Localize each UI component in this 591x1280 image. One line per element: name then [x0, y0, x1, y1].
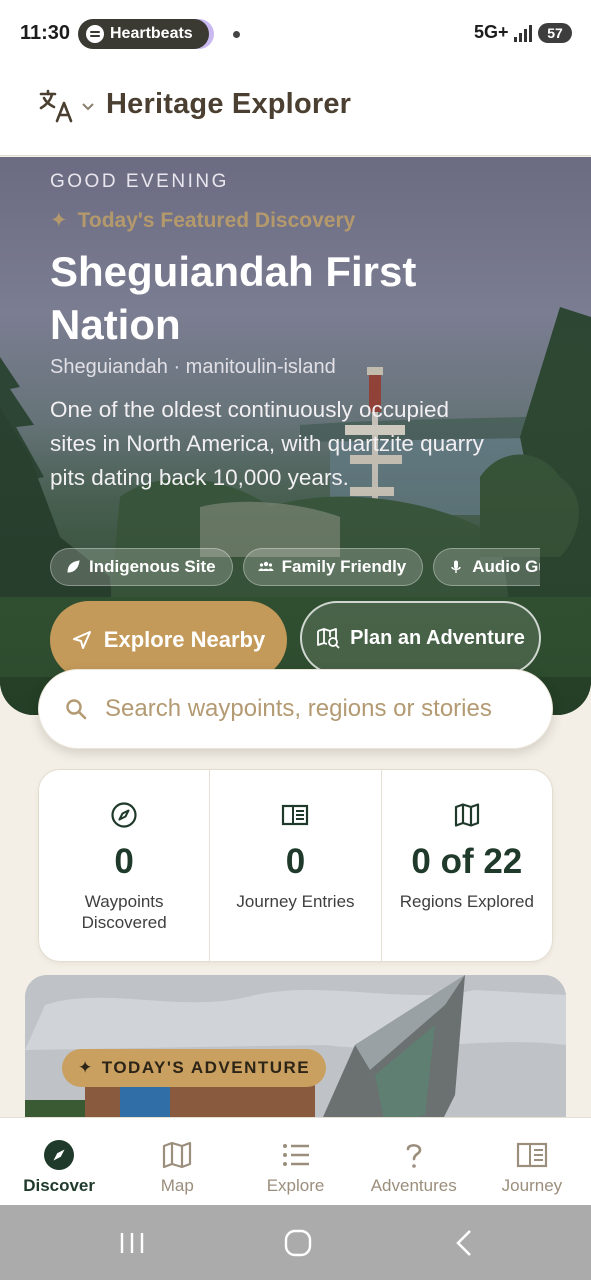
home-icon[interactable]	[284, 1229, 312, 1257]
nav-map[interactable]: Map	[118, 1118, 236, 1205]
featured-location: Sheguiandah · manitoulin-island	[50, 356, 336, 378]
back-icon[interactable]	[455, 1229, 473, 1257]
tag-chip-audio[interactable]: Audio Guide	[433, 548, 540, 586]
stat-value: 0	[285, 842, 306, 881]
translate-icon[interactable]	[38, 88, 74, 124]
nav-label: Discover	[23, 1176, 96, 1195]
greeting-text: GOOD EVENING	[50, 171, 229, 192]
app-screen: 11:30 Heartbeats 5G+ 57 Heritage Explore…	[0, 0, 591, 1280]
stat-value: 0	[114, 842, 134, 881]
recent-apps-icon[interactable]	[119, 1231, 145, 1255]
media-pill[interactable]: Heartbeats	[78, 19, 209, 49]
stat-label: Journey Entries	[236, 892, 355, 911]
plan-adventure-button[interactable]: Plan an Adventure	[300, 601, 541, 675]
todays-adventure-card[interactable]: ✦ TODAY'S ADVENTURE	[25, 975, 566, 1135]
nav-label: Map	[160, 1176, 194, 1195]
nav-label: Journey	[501, 1176, 563, 1195]
network-type: 5G+	[474, 22, 509, 42]
nav-discover[interactable]: Discover	[0, 1118, 118, 1205]
featured-title: Sheguiandah First Nation	[50, 248, 417, 348]
featured-description: One of the oldest continuously occupied …	[50, 397, 484, 490]
search-bar[interactable]	[38, 669, 553, 749]
app-header: Heritage Explorer	[0, 66, 591, 156]
music-app-icon	[86, 25, 104, 43]
nav-adventures[interactable]: Adventures	[355, 1118, 473, 1205]
people-icon	[258, 561, 274, 571]
explore-nearby-label: Explore Nearby	[103, 627, 266, 652]
compass-icon	[44, 1140, 75, 1170]
explore-nearby-button[interactable]: Explore Nearby	[50, 601, 287, 679]
status-bar: 11:30 Heartbeats 5G+ 57	[0, 0, 591, 66]
stat-journey-entries[interactable]: 0 Journey Entries	[210, 770, 382, 961]
tag-label: Audio Guide	[472, 557, 540, 576]
media-pill-label: Heartbeats	[110, 25, 193, 42]
todays-adventure-badge: ✦ TODAY'S ADVENTURE	[62, 1049, 327, 1087]
progress-stats-card: 0 Waypoints Discovered 0 Journey Entries…	[38, 769, 553, 962]
badge-label: TODAY'S ADVENTURE	[101, 1058, 311, 1077]
bottom-navigation: Discover Map Explore Adventures Journey	[0, 1117, 591, 1205]
journal-icon	[282, 804, 309, 826]
chevron-down-icon[interactable]	[82, 102, 94, 112]
tag-label: Family Friendly	[281, 557, 407, 576]
tag-chips: Indigenous Site Family Friendly Audio Gu…	[50, 548, 540, 586]
journal-icon	[516, 1142, 548, 1168]
compass-icon	[111, 802, 137, 828]
question-icon	[406, 1144, 422, 1168]
tag-chip-family[interactable]: Family Friendly	[242, 548, 424, 586]
leaf-icon	[67, 560, 80, 573]
tag-label: Indigenous Site	[89, 557, 216, 576]
nav-label: Adventures	[370, 1176, 457, 1195]
stat-regions[interactable]: 0 of 22 Regions Explored	[382, 770, 552, 961]
featured-label-text: Today's Featured Discovery	[77, 208, 356, 232]
tag-chip-indigenous[interactable]: Indigenous Site	[50, 548, 233, 586]
nav-journey[interactable]: Journey	[473, 1118, 591, 1205]
stat-label: Waypoints Discovered	[81, 892, 167, 932]
signal-icon	[514, 24, 532, 42]
map-icon	[163, 1141, 192, 1169]
sparkle-icon: ✦	[50, 209, 68, 232]
plan-adventure-label: Plan an Adventure	[350, 626, 525, 649]
list-icon	[282, 1144, 309, 1166]
nav-label: Explore	[266, 1176, 325, 1195]
stat-label: Regions Explored	[399, 892, 534, 911]
map-route-icon	[317, 628, 340, 649]
featured-label: ✦ Today's Featured Discovery	[50, 208, 355, 233]
microphone-icon	[451, 560, 461, 573]
notification-dot-icon	[233, 31, 240, 38]
battery-icon: 57	[538, 23, 572, 43]
map-icon	[454, 803, 479, 827]
navigation-arrow-icon	[72, 631, 91, 649]
app-title: Heritage Explorer	[106, 88, 352, 120]
search-input[interactable]	[105, 695, 525, 723]
search-icon	[66, 699, 87, 720]
featured-hero[interactable]: GOOD EVENING ✦ Today's Featured Discover…	[0, 157, 591, 715]
sparkle-icon: ✦	[78, 1058, 94, 1077]
system-navigation-bar	[0, 1205, 591, 1280]
stat-waypoints[interactable]: 0 Waypoints Discovered	[39, 770, 211, 961]
stat-value: 0 of 22	[411, 842, 523, 881]
status-time: 11:30	[20, 22, 71, 44]
nav-explore[interactable]: Explore	[236, 1118, 354, 1205]
